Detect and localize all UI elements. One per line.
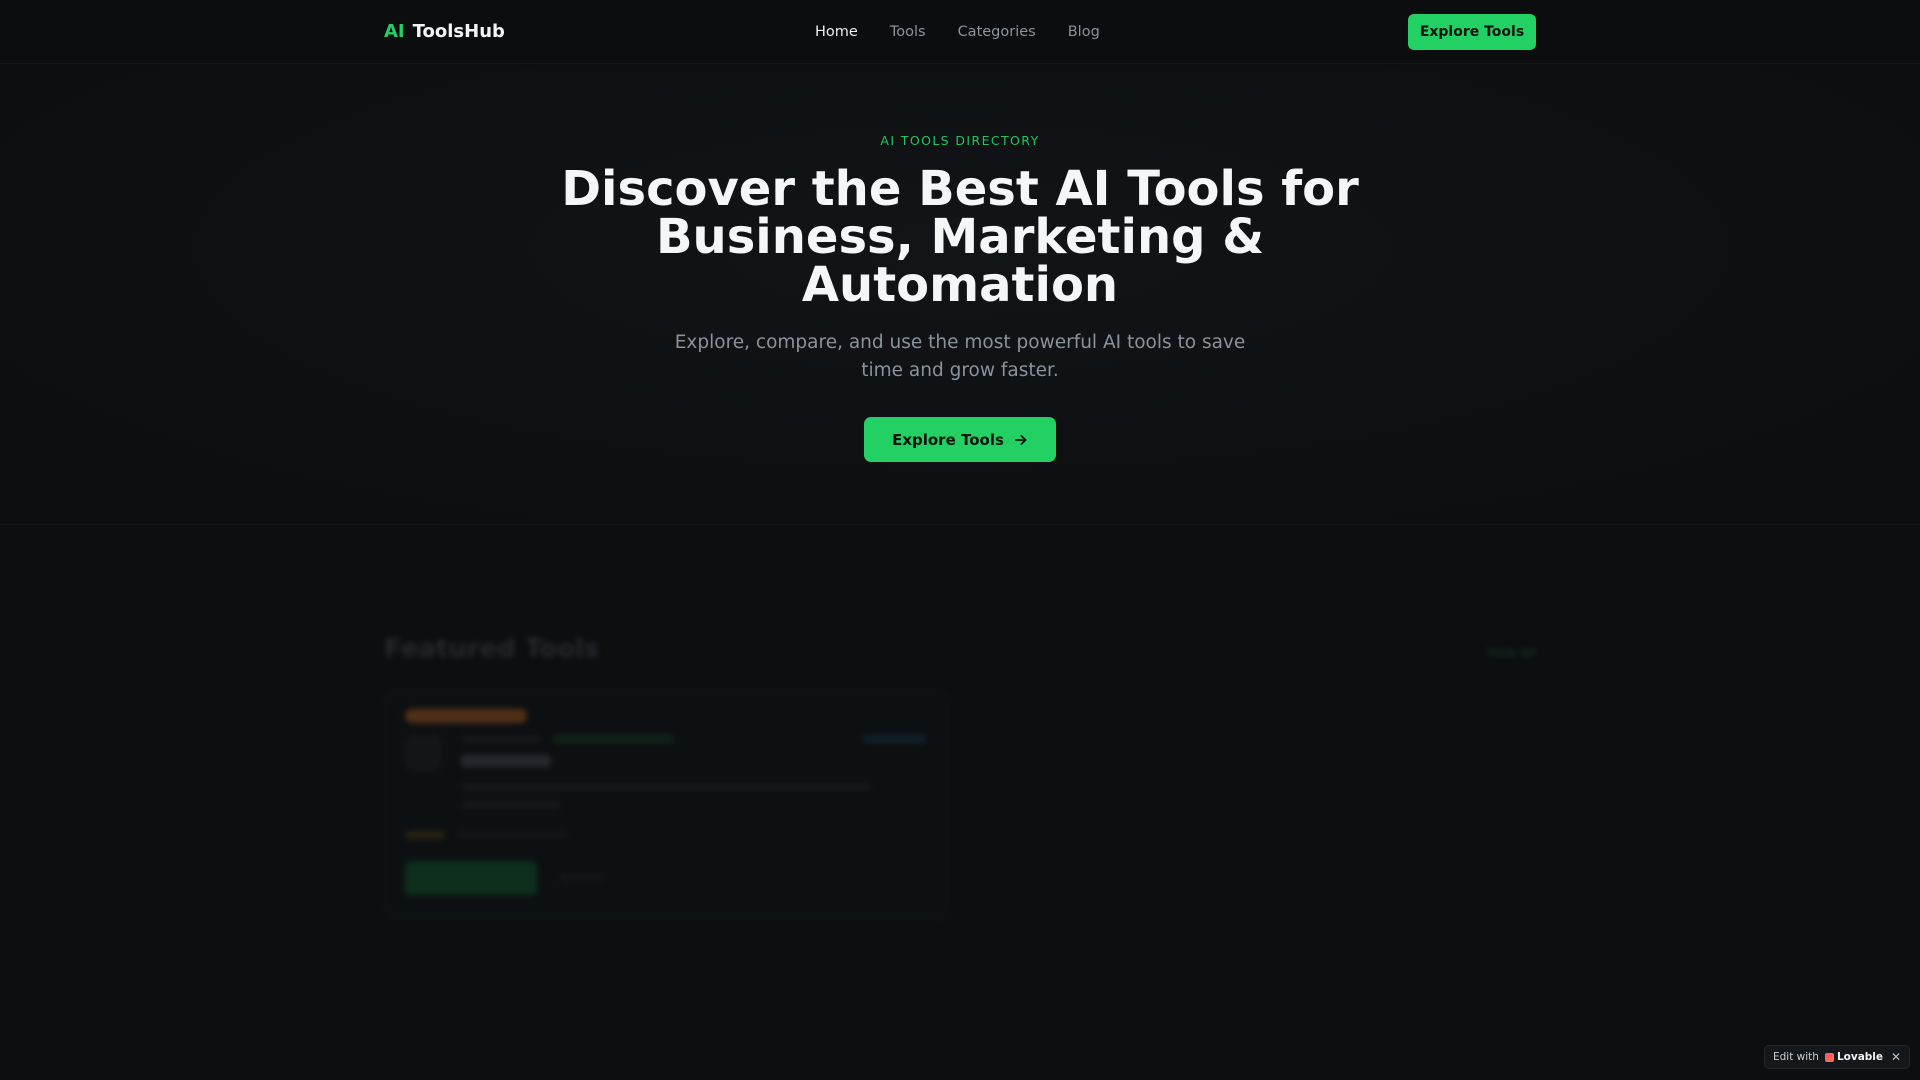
- arrow-right-icon: [1015, 434, 1027, 445]
- close-icon[interactable]: ✕: [1891, 1050, 1901, 1064]
- hero-explore-label: Explore Tools: [892, 430, 1004, 449]
- hero-eyebrow: AI TOOLS DIRECTORY: [880, 133, 1040, 148]
- view-all-link[interactable]: View all: [1486, 646, 1536, 661]
- tool-card[interactable]: [384, 690, 949, 920]
- card-description: [461, 783, 871, 791]
- logo-name-text: ToolsHub: [412, 21, 505, 42]
- card-rating-meta: [457, 831, 567, 839]
- card-visit-button[interactable]: [405, 861, 537, 895]
- card-description: [461, 801, 561, 809]
- logo[interactable]: AI ToolsHub: [384, 19, 505, 45]
- lovable-heart-icon: [1824, 1052, 1834, 1062]
- lovable-brand-text: Lovable: [1836, 1051, 1884, 1063]
- nav-home[interactable]: Home: [815, 22, 858, 42]
- hero-explore-button[interactable]: Explore Tools: [864, 417, 1056, 462]
- featured-title: Featured Tools: [384, 634, 600, 664]
- site-header: AI ToolsHub Home Tools Categories Blog E…: [0, 0, 1920, 64]
- card-avatar: [405, 735, 441, 771]
- card-name: [461, 755, 551, 767]
- hero-section: AI TOOLS DIRECTORY Discover the Best AI …: [0, 65, 1920, 525]
- hero-subtitle: Explore, compare, and use the most power…: [674, 332, 1246, 381]
- card-meta: [553, 735, 673, 743]
- logo-ai-text: AI: [384, 21, 405, 42]
- lovable-edit-label: Edit with: [1773, 1051, 1819, 1063]
- nav-tools[interactable]: Tools: [890, 22, 926, 42]
- card-details-link[interactable]: [559, 873, 603, 881]
- card-meta: [862, 735, 926, 743]
- hero-title: Discover the Best AI Tools for Business,…: [561, 161, 1359, 313]
- header-explore-button[interactable]: Explore Tools: [1408, 14, 1536, 50]
- card-meta: [461, 735, 541, 743]
- lovable-badge[interactable]: Edit with Lovable ✕: [1764, 1045, 1910, 1069]
- featured-tools-section: Featured Tools View all: [384, 620, 1536, 940]
- card-badge: [405, 709, 527, 723]
- nav-categories[interactable]: Categories: [958, 22, 1036, 42]
- lovable-brand: Lovable: [1824, 1051, 1884, 1063]
- main-nav: Home Tools Categories Blog: [815, 22, 1100, 42]
- nav-blog[interactable]: Blog: [1068, 22, 1100, 42]
- card-rating: [405, 831, 445, 839]
